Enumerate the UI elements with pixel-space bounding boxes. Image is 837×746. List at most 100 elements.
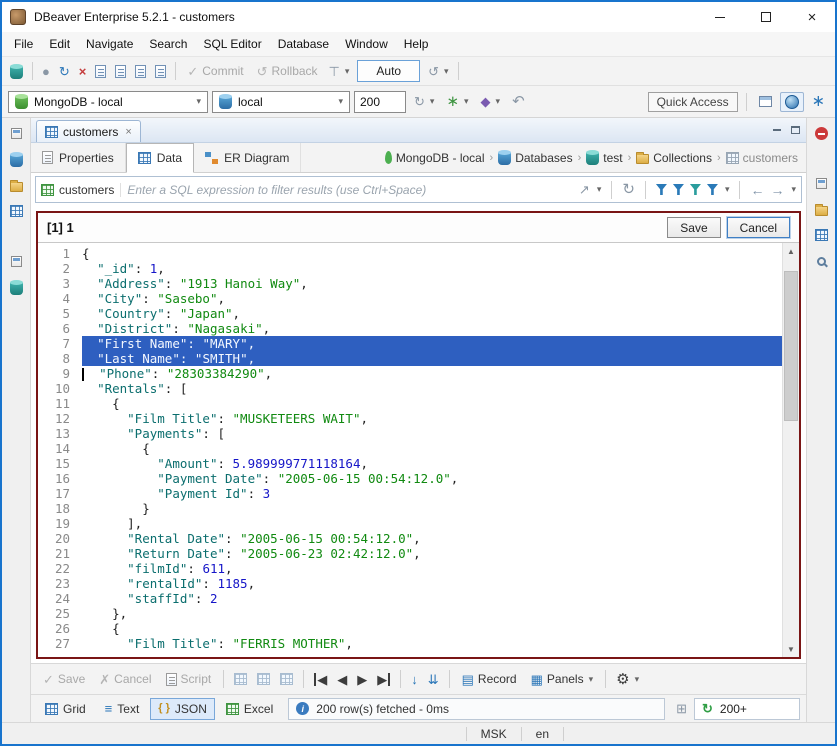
menu-file[interactable]: File [6, 34, 41, 54]
delete-row-button[interactable] [276, 671, 297, 687]
save-result-button[interactable]: ✓ Save [37, 670, 91, 688]
save-button[interactable]: Save [667, 217, 720, 238]
value-viewer-button[interactable] [810, 226, 832, 244]
cancel-button[interactable]: Cancel [727, 217, 790, 238]
code-line[interactable]: 3 "Address": "1913 Hanoi Way", [38, 276, 782, 291]
code-line-text[interactable]: "filmId": 611, [82, 561, 782, 576]
breadcrumb-databases[interactable]: Databases [498, 150, 572, 165]
properties-view-button[interactable] [810, 200, 832, 218]
open-sql-script-button[interactable] [111, 63, 130, 80]
code-line-text[interactable]: "Film Title": "FERRIS MOTHER", [82, 636, 782, 651]
language-indicator[interactable]: en [521, 727, 563, 741]
result-settings-button[interactable]: ⚙ ▾ [612, 670, 643, 689]
result-pin-button[interactable]: ⊞ [672, 700, 691, 717]
filter-custom-icon[interactable] [707, 184, 718, 195]
close-tab-icon[interactable]: × [125, 126, 131, 138]
code-line[interactable]: 16 "Payment Date": "2005-06-15 00:54:12.… [38, 471, 782, 486]
code-line[interactable]: 18 } [38, 501, 782, 516]
quick-access-button[interactable]: Quick Access [648, 92, 738, 112]
code-line[interactable]: 14 { [38, 441, 782, 456]
close-button[interactable]: × [789, 2, 835, 32]
refresh-results-icon[interactable]: ↻ [622, 182, 635, 197]
vertical-scrollbar[interactable]: ▲ ▼ [782, 243, 799, 657]
breadcrumb-database[interactable]: test [586, 150, 622, 165]
bookmarks-button[interactable] [5, 278, 27, 296]
auto-commit-toggle[interactable]: Auto [357, 60, 420, 82]
last-row-button[interactable]: ▶ [373, 671, 394, 688]
menu-search[interactable]: Search [141, 34, 195, 54]
transaction-mode-button[interactable]: ⊤ ▾ [325, 63, 354, 80]
code-line-text[interactable]: "City": "Sasebo", [82, 291, 782, 306]
duplicate-row-button[interactable] [253, 671, 274, 687]
fetch-size-input[interactable] [354, 91, 406, 113]
view-grid-button[interactable]: Grid [37, 698, 94, 720]
code-line-text[interactable]: "Last Name": "SMITH", [82, 351, 782, 366]
maximize-button[interactable] [743, 2, 789, 32]
restore-bottom-views-button[interactable] [5, 252, 27, 270]
restore-right-views-button[interactable] [810, 174, 832, 192]
filter-input[interactable] [127, 183, 573, 197]
code-line-text[interactable]: "Payment Id": 3 [82, 486, 782, 501]
view-text-button[interactable]: ≡ Text [97, 698, 148, 720]
filter-table[interactable]: customers [41, 183, 121, 197]
code-line[interactable]: 24 "staffId": 2 [38, 591, 782, 606]
disconnect-button[interactable]: × [75, 63, 91, 80]
code-line-text[interactable]: { [82, 441, 782, 456]
code-line-text[interactable]: "rentalId": 1185, [82, 576, 782, 591]
reconnect-button[interactable]: ↻ [55, 63, 74, 80]
transaction-log-button[interactable]: ↺ ▾ [424, 63, 452, 80]
timezone-indicator[interactable]: MSK [466, 727, 521, 741]
code-line-text[interactable]: "_id": 1, [82, 261, 782, 276]
filter-clear-icon[interactable] [673, 184, 684, 195]
panels-button[interactable]: ▦ Panels ▾ [525, 670, 600, 688]
code-line[interactable]: 8 "Last Name": "SMITH", [38, 351, 782, 366]
database-navigator-button[interactable] [5, 150, 27, 168]
menu-navigate[interactable]: Navigate [78, 34, 141, 54]
code-line-text[interactable]: "Film Title": "MUSKETEERS WAIT", [82, 411, 782, 426]
fetch-more-button[interactable]: ↻ 200+ [694, 698, 800, 720]
code-line[interactable]: 1{ [38, 246, 782, 261]
commit-button[interactable]: ✓ Commit [181, 62, 249, 80]
code-line-text[interactable]: { [82, 621, 782, 636]
project-explorer-button[interactable] [5, 202, 27, 220]
code-line-text[interactable]: "staffId": 2 [82, 591, 782, 606]
code-line-text[interactable]: "Return Date": "2005-06-23 02:42:12.0", [82, 546, 782, 561]
cancel-result-button[interactable]: ✗ Cancel [93, 670, 157, 688]
dbeaver-perspective-button[interactable] [780, 92, 804, 112]
caret-down-icon[interactable]: ▾ [597, 184, 602, 195]
breadcrumb-collections[interactable]: Collections [636, 151, 712, 165]
code-line[interactable]: 27 "Film Title": "FERRIS MOTHER", [38, 636, 782, 651]
editor-layout-button[interactable] [755, 94, 776, 109]
code-line-text[interactable]: "Payment Date": "2005-06-15 00:54:12.0", [82, 471, 782, 486]
minimize-view-button[interactable] [768, 121, 786, 139]
first-row-button[interactable]: ◀ [310, 671, 331, 688]
breadcrumb-collection[interactable]: customers [726, 151, 798, 165]
code-line[interactable]: 26 { [38, 621, 782, 636]
tab-data[interactable]: Data [126, 143, 194, 173]
code-line[interactable]: 20 "Rental Date": "2005-06-15 00:54:12.0… [38, 531, 782, 546]
history-menu-caret-icon[interactable]: ▾ [791, 184, 796, 195]
wand-button[interactable]: ◆ ▾ [477, 93, 505, 110]
code-line[interactable]: 2 "_id": 1, [38, 261, 782, 276]
code-line[interactable]: 6 "District": "Nagasaki", [38, 321, 782, 336]
sql-console-button[interactable] [151, 63, 170, 80]
filter-apply-icon[interactable] [656, 184, 667, 195]
code-line-text[interactable]: "Country": "Japan", [82, 306, 782, 321]
recent-sql-button[interactable] [131, 63, 150, 80]
code-line-text[interactable]: }, [82, 606, 782, 621]
code-line[interactable]: 7 "First Name": "MARY", [38, 336, 782, 351]
maximize-view-button[interactable] [786, 121, 804, 139]
fetch-next-page-button[interactable]: ↓ [407, 671, 422, 688]
code-line-text[interactable]: "First Name": "MARY", [82, 336, 782, 351]
tab-properties[interactable]: Properties [31, 143, 126, 172]
code-line-text[interactable]: "Payments": [ [82, 426, 782, 441]
restore-left-views-button[interactable] [5, 124, 27, 142]
code-line[interactable]: 22 "filmId": 611, [38, 561, 782, 576]
code-line-text[interactable]: { [82, 246, 782, 261]
code-line[interactable]: 9 "Phone": "28303384290", [38, 366, 782, 381]
breadcrumb-connection[interactable]: MongoDB - local [385, 151, 485, 165]
history-back-icon[interactable]: ← [750, 182, 764, 198]
tab-customers[interactable]: customers × [36, 120, 141, 142]
filter-menu-caret-icon[interactable]: ▾ [725, 184, 730, 195]
filter-save-icon[interactable] [690, 184, 701, 195]
